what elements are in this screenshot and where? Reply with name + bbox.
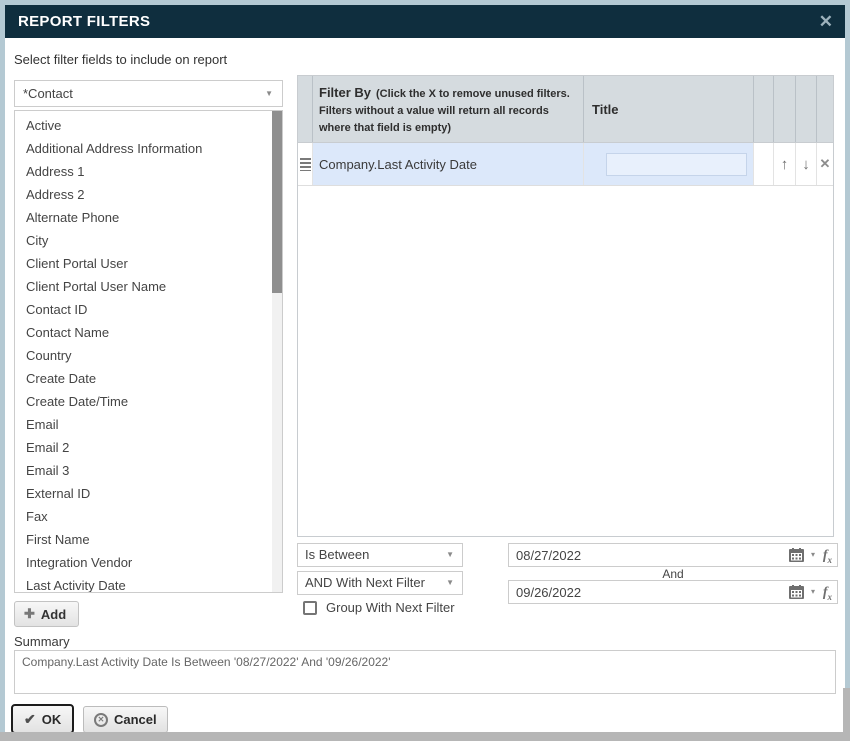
- list-item[interactable]: Country: [15, 344, 282, 367]
- list-item[interactable]: Active: [15, 114, 282, 137]
- plus-icon: ✚: [24, 606, 35, 622]
- header-up-column: [774, 76, 796, 142]
- list-item[interactable]: Create Date: [15, 367, 282, 390]
- list-scrollbar-thumb[interactable]: [272, 111, 282, 293]
- list-item[interactable]: Additional Address Information: [15, 137, 282, 160]
- dialog-titlebar: REPORT FILTERS ✕: [5, 5, 845, 38]
- add-button-label: Add: [41, 607, 66, 622]
- chevron-down-icon: ▼: [265, 81, 273, 106]
- filter-by-header-label: Filter By: [319, 85, 371, 100]
- drag-handle-icon[interactable]: [300, 158, 311, 171]
- fx-x: x: [828, 592, 833, 602]
- remove-filter-icon[interactable]: ✕: [820, 156, 831, 172]
- header-down-column: [796, 76, 817, 142]
- filter-row-remove-cell: ✕: [817, 143, 833, 185]
- header-spacer-column: [754, 76, 774, 142]
- filter-table-header: Filter By(Click the X to remove unused f…: [298, 76, 833, 143]
- cancel-circle-x-icon: ✕: [94, 713, 108, 727]
- list-item[interactable]: Email: [15, 413, 282, 436]
- move-down-icon[interactable]: ↓: [802, 156, 810, 173]
- page-background: REPORT FILTERS ✕ Select filter fields to…: [0, 0, 850, 741]
- list-item[interactable]: Alternate Phone: [15, 206, 282, 229]
- filter-row-drag-cell: [298, 143, 313, 185]
- filter-row-down-cell: ↓: [796, 143, 817, 185]
- header-remove-column: [817, 76, 833, 142]
- function-icon[interactable]: fx: [823, 581, 832, 608]
- instructions-text: Select filter fields to include on repor…: [14, 52, 227, 67]
- header-drag-column: [298, 76, 313, 142]
- calendar-icon[interactable]: [789, 585, 804, 599]
- filter-row-field[interactable]: Company.Last Activity Date: [313, 143, 584, 185]
- date-field-end: ▾ fx: [508, 580, 838, 604]
- cancel-button-label: Cancel: [114, 712, 157, 727]
- list-item[interactable]: Create Date/Time: [15, 390, 282, 413]
- add-button[interactable]: ✚ Add: [14, 601, 79, 627]
- list-item[interactable]: First Name: [15, 528, 282, 551]
- header-filter-by-cell: Filter By(Click the X to remove unused f…: [313, 76, 584, 142]
- summary-text: Company.Last Activity Date Is Between '0…: [22, 655, 391, 669]
- ok-button[interactable]: ✔ OK: [11, 704, 74, 734]
- summary-label: Summary: [14, 634, 70, 649]
- list-item[interactable]: Integration Vendor: [15, 551, 282, 574]
- list-item[interactable]: Address 2: [15, 183, 282, 206]
- list-scrollbar[interactable]: [272, 111, 282, 592]
- conjunction-dropdown[interactable]: AND With Next Filter ▼: [297, 571, 463, 595]
- header-title-cell: Title: [584, 76, 754, 142]
- end-date-input[interactable]: [509, 581, 764, 603]
- title-header-label: Title: [592, 102, 619, 117]
- between-and-label: And: [508, 567, 838, 581]
- filter-row-up-cell: ↑: [774, 143, 796, 185]
- list-item[interactable]: Contact Name: [15, 321, 282, 344]
- check-icon: ✔: [24, 711, 36, 728]
- filter-row[interactable]: Company.Last Activity Date ↑ ↓ ✕: [298, 143, 833, 186]
- start-date-input[interactable]: [509, 544, 764, 566]
- list-item[interactable]: Address 1: [15, 160, 282, 183]
- filter-condition-controls: Is Between ▼ AND With Next Filter ▼ Grou…: [297, 543, 838, 623]
- field-source-dropdown[interactable]: *Contact ▼: [14, 80, 283, 107]
- list-item[interactable]: City: [15, 229, 282, 252]
- list-item[interactable]: Email 2: [15, 436, 282, 459]
- group-checkbox[interactable]: [303, 601, 317, 615]
- filter-row-title-cell: [584, 143, 754, 185]
- filter-row-spacer-cell: [754, 143, 774, 185]
- move-up-icon[interactable]: ↑: [781, 156, 789, 173]
- list-item[interactable]: External ID: [15, 482, 282, 505]
- chevron-down-icon: ▼: [446, 544, 454, 566]
- fx-x: x: [828, 555, 833, 565]
- filter-table: Filter By(Click the X to remove unused f…: [297, 75, 834, 537]
- date-field-start: ▾ fx: [508, 543, 838, 567]
- filter-title-input[interactable]: [606, 153, 747, 176]
- vertical-scrollbar[interactable]: [843, 688, 850, 732]
- ok-button-label: OK: [42, 712, 62, 727]
- list-item[interactable]: Fax: [15, 505, 282, 528]
- list-item[interactable]: Last Activity Date: [15, 574, 282, 593]
- operator-value: Is Between: [305, 547, 369, 562]
- cancel-button[interactable]: ✕ Cancel: [83, 706, 168, 733]
- list-item[interactable]: Email 3: [15, 459, 282, 482]
- group-checkbox-label: Group With Next Filter: [326, 600, 455, 615]
- cancel-x-glyph: ✕: [98, 715, 105, 724]
- group-with-next-filter[interactable]: Group With Next Filter: [303, 600, 455, 615]
- field-list: Active Additional Address Information Ad…: [14, 110, 283, 593]
- close-icon[interactable]: ✕: [819, 5, 833, 38]
- list-item[interactable]: Client Portal User Name: [15, 275, 282, 298]
- chevron-down-icon: ▼: [446, 572, 454, 594]
- conjunction-value: AND With Next Filter: [305, 575, 425, 590]
- summary-box[interactable]: Company.Last Activity Date Is Between '0…: [14, 650, 836, 694]
- operator-dropdown[interactable]: Is Between ▼: [297, 543, 463, 567]
- list-item[interactable]: Client Portal User: [15, 252, 282, 275]
- field-list-items: Active Additional Address Information Ad…: [15, 111, 282, 593]
- horizontal-scrollbar[interactable]: [0, 732, 850, 741]
- dialog-title: REPORT FILTERS: [18, 5, 150, 38]
- report-filters-dialog: REPORT FILTERS ✕ Select filter fields to…: [5, 5, 845, 732]
- chevron-down-icon[interactable]: ▾: [811, 581, 815, 603]
- list-item[interactable]: Contact ID: [15, 298, 282, 321]
- field-source-value: *Contact: [23, 86, 73, 101]
- chevron-down-icon[interactable]: ▾: [811, 544, 815, 566]
- calendar-icon[interactable]: [789, 548, 804, 562]
